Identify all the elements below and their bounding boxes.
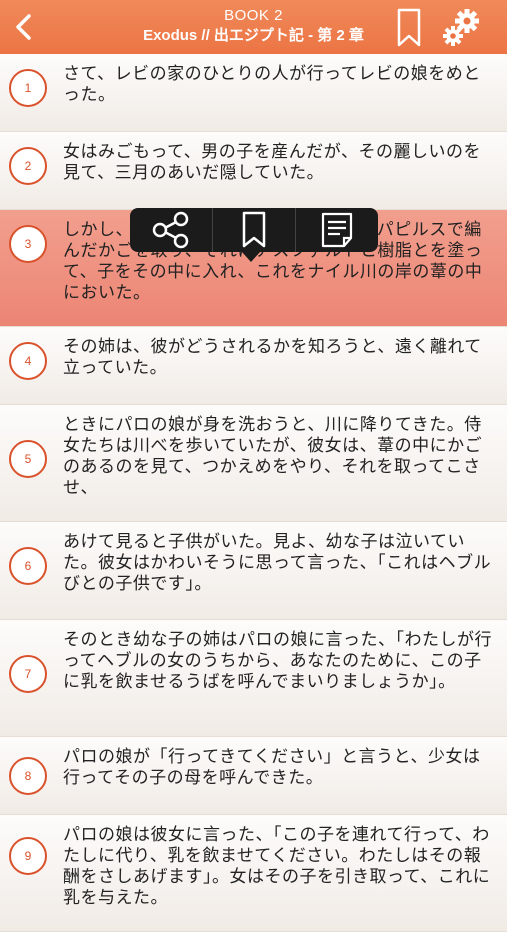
back-button[interactable]: [10, 10, 38, 44]
chevron-left-icon: [16, 14, 31, 40]
verse-row-9[interactable]: 9 パロの娘は彼女に言った、「この子を連れて行って、わたしに代り、乳を飲ませてく…: [0, 815, 507, 932]
bookmark-icon: [397, 8, 421, 47]
popup-pointer: [242, 252, 260, 262]
verse-text: そのとき幼な子の姉はパロの娘に言った、「わたしが行ってヘブルの女のうちから、あな…: [63, 630, 492, 692]
verse-text: あけて見ると子供がいた。見よ、幼な子は泣いていた。彼女はかわいそうに思って言った…: [63, 532, 492, 594]
note-button[interactable]: [295, 208, 378, 252]
bookmark-icon: [242, 211, 266, 248]
note-icon: [321, 212, 353, 248]
verse-row-5[interactable]: 5 ときにパロの娘が身を洗おうと、川に降りてきた。侍女たちは川べを歩いていたが、…: [0, 405, 507, 522]
verse-number-badge[interactable]: 9: [9, 837, 47, 875]
gears-icon: [443, 9, 479, 46]
verse-text: その姉は、彼がどうされるかを知ろうと、遠く離れて立っていた。: [63, 337, 482, 378]
verse-number-badge[interactable]: 5: [9, 440, 47, 478]
verse-row-6[interactable]: 6 あけて見ると子供がいた。見よ、幼な子は泣いていた。彼女はかわいそうに思って言…: [0, 522, 507, 620]
verse-row-2[interactable]: 2 女はみごもって、男の子を産んだが、その麗しいのを見て、三月のあいだ隠していた…: [0, 132, 507, 210]
verse-number-badge[interactable]: 3: [9, 225, 47, 263]
verse-row-8[interactable]: 8 パロの娘が「行ってきてください」と言うと、少女は行ってその子の母を呼んできた…: [0, 737, 507, 815]
verse-text: さて、レビの家のひとりの人が行ってレビの娘をめとった。: [63, 64, 481, 105]
share-icon: [152, 211, 189, 249]
verse-number-badge[interactable]: 2: [9, 147, 47, 185]
share-button[interactable]: [130, 208, 212, 252]
verse-number-badge[interactable]: 8: [9, 757, 47, 795]
bookmark-button[interactable]: [396, 8, 422, 48]
title-block: BOOK 2 Exodus // 出エジプト記 - 第 2 章: [70, 6, 437, 46]
book-label: BOOK 2: [224, 7, 283, 24]
bookmark-verse-button[interactable]: [212, 208, 295, 252]
verse-text: パロの娘が「行ってきてください」と言うと、少女は行ってその子の母を呼んできた。: [63, 747, 481, 788]
verse-number-badge[interactable]: 6: [9, 547, 47, 585]
verse-row-1[interactable]: 1 さて、レビの家のひとりの人が行ってレビの娘をめとった。: [0, 54, 507, 132]
verse-text: ときにパロの娘が身を洗おうと、川に降りてきた。侍女たちは川べを歩いていたが、彼女…: [63, 415, 483, 498]
verse-row-7[interactable]: 7 そのとき幼な子の姉はパロの娘に言った、「わたしが行ってヘブルの女のうちから、…: [0, 620, 507, 737]
verse-number-badge[interactable]: 4: [9, 342, 47, 380]
verse-list: 1 さて、レビの家のひとりの人が行ってレビの娘をめとった。 2 女はみごもって、…: [0, 54, 507, 932]
verse-text: パロの娘は彼女に言った、「この子を連れて行って、わたしに代り、乳を飲ませてくださ…: [63, 825, 491, 908]
settings-button[interactable]: [440, 6, 484, 50]
top-bar: BOOK 2 Exodus // 出エジプト記 - 第 2 章: [0, 0, 507, 54]
verse-row-4[interactable]: 4 その姉は、彼がどうされるかを知ろうと、遠く離れて立っていた。: [0, 327, 507, 405]
chapter-title: Exodus // 出エジプト記 - 第 2 章: [143, 27, 364, 44]
verse-text: 女はみごもって、男の子を産んだが、その麗しいのを見て、三月のあいだ隠していた。: [63, 142, 481, 183]
verse-action-popup: [130, 208, 378, 252]
verse-number-badge[interactable]: 1: [9, 69, 47, 107]
verse-number-badge[interactable]: 7: [9, 655, 47, 693]
